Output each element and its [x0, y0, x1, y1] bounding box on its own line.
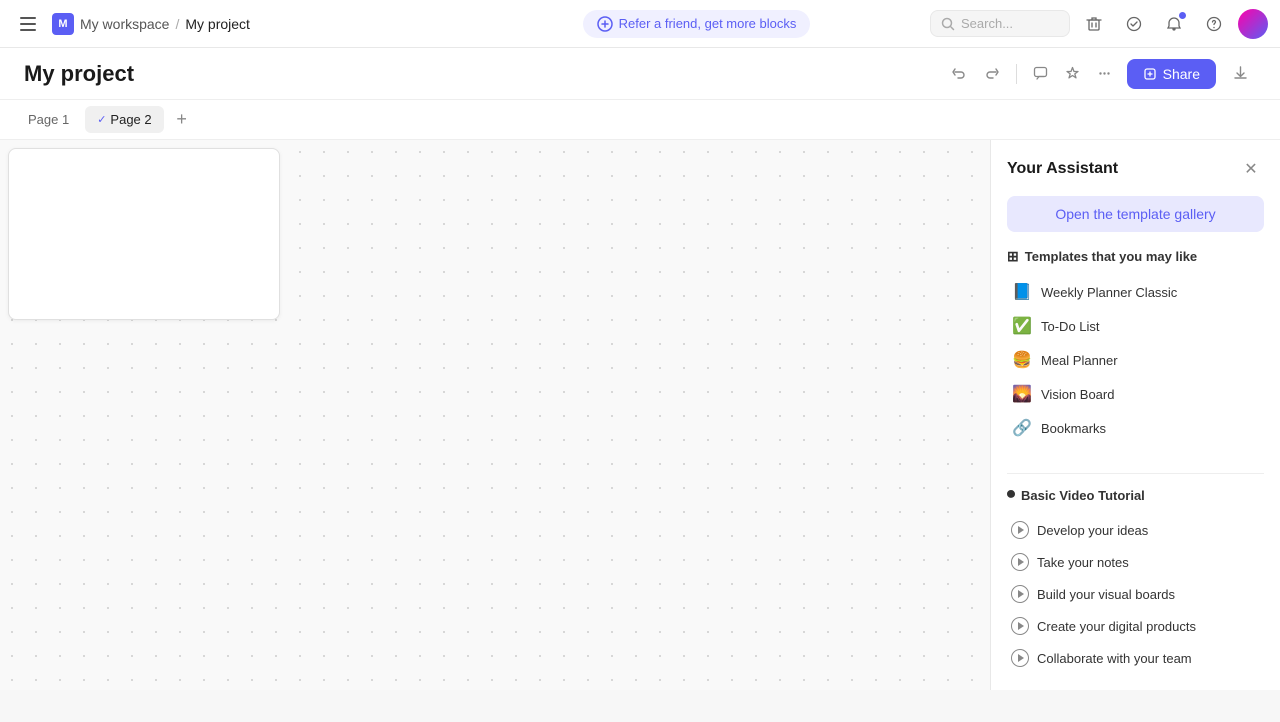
tutorial-item-boards[interactable]: Build your visual boards [1007, 578, 1264, 610]
trash-button[interactable] [1078, 8, 1110, 40]
page-card [8, 148, 280, 320]
tutorial-section: ⏺ Basic Video Tutorial Develop your idea… [1007, 486, 1264, 674]
tab-check-icon: ✓ [97, 113, 106, 126]
export-button[interactable] [1224, 58, 1256, 90]
play-icon [1011, 617, 1029, 635]
play-icon [1011, 553, 1029, 571]
star-button[interactable] [1059, 60, 1087, 88]
template-emoji-todo: ✅ [1011, 316, 1033, 336]
tab-page1[interactable]: Page 1 [16, 106, 81, 133]
template-item[interactable]: 🌄 Vision Board [1007, 377, 1264, 411]
toolbar-separator [1016, 64, 1017, 84]
open-gallery-button[interactable]: Open the template gallery [1007, 196, 1264, 232]
export-icon [1233, 66, 1248, 81]
top-navigation: M My workspace / My project Refer a frie… [0, 0, 1280, 48]
comment-button[interactable] [1027, 60, 1055, 88]
check-icon [1126, 16, 1142, 32]
grid-icon: ⊞ [1007, 248, 1019, 265]
assistant-panel: Your Assistant ✕ Open the template galle… [990, 140, 1280, 690]
nav-center: Refer a friend, get more blocks [471, 10, 922, 38]
share-icon [1143, 67, 1157, 81]
refer-button[interactable]: Refer a friend, get more blocks [583, 10, 811, 38]
tutorial-section-title: ⏺ Basic Video Tutorial [1007, 486, 1264, 504]
undo-icon [952, 66, 967, 81]
more-icon [1097, 66, 1112, 81]
template-emoji-weekly: 📘 [1011, 282, 1033, 302]
star-icon [1065, 66, 1080, 81]
redo-button[interactable] [978, 60, 1006, 88]
add-tab-button[interactable]: + [168, 106, 196, 134]
play-icon [1011, 649, 1029, 667]
search-icon [941, 17, 955, 31]
toolbar-actions [946, 60, 1119, 88]
menu-button[interactable] [12, 8, 44, 40]
tutorial-item-collaborate[interactable]: Collaborate with your team [1007, 642, 1264, 674]
template-item[interactable]: 📘 Weekly Planner Classic [1007, 275, 1264, 309]
template-list: 📘 Weekly Planner Classic ✅ To-Do List 🍔 … [1007, 275, 1264, 445]
play-icon [1011, 521, 1029, 539]
workspace-name[interactable]: My workspace [80, 16, 169, 32]
tutorial-item-notes[interactable]: Take your notes [1007, 546, 1264, 578]
notification-button[interactable] [1158, 8, 1190, 40]
user-avatar[interactable] [1238, 9, 1268, 39]
tutorial-list: Develop your ideas Take your notes Build… [1007, 514, 1264, 674]
breadcrumb-current: My project [185, 16, 250, 32]
template-emoji-vision: 🌄 [1011, 384, 1033, 404]
template-emoji-meal: 🍔 [1011, 350, 1033, 370]
tutorial-item-products[interactable]: Create your digital products [1007, 610, 1264, 642]
check-button[interactable] [1118, 8, 1150, 40]
nav-right: Search... [930, 8, 1268, 40]
undo-button[interactable] [946, 60, 974, 88]
notification-dot [1179, 12, 1186, 19]
templates-section-title: ⊞ Templates that you may like [1007, 248, 1264, 265]
play-icon [1011, 585, 1029, 603]
play-circle-icon: ⏺ [1007, 486, 1015, 504]
nav-left: M My workspace / My project [12, 8, 463, 40]
tabs-bar: Page 1 ✓ Page 2 + [0, 100, 1280, 140]
workspace-avatar: M [52, 13, 74, 35]
tutorial-item-ideas[interactable]: Develop your ideas [1007, 514, 1264, 546]
canvas-area[interactable] [0, 140, 990, 690]
redo-icon [984, 66, 999, 81]
help-icon [1206, 16, 1222, 32]
share-button[interactable]: Share [1127, 59, 1216, 89]
breadcrumb-separator: / [175, 16, 179, 32]
main-content: Your Assistant ✕ Open the template galle… [0, 140, 1280, 690]
page-toolbar: My project Share [0, 48, 1280, 100]
comment-icon [1033, 66, 1048, 81]
template-item[interactable]: ✅ To-Do List [1007, 309, 1264, 343]
template-emoji-bookmark: 🔗 [1011, 418, 1033, 438]
help-button[interactable] [1198, 8, 1230, 40]
assistant-header: Your Assistant ✕ [1007, 156, 1264, 182]
template-item[interactable]: 🍔 Meal Planner [1007, 343, 1264, 377]
template-item[interactable]: 🔗 Bookmarks [1007, 411, 1264, 445]
divider [1007, 473, 1264, 474]
close-assistant-button[interactable]: ✕ [1238, 156, 1264, 182]
assistant-title: Your Assistant [1007, 160, 1118, 178]
more-button[interactable] [1091, 60, 1119, 88]
tab-page2[interactable]: ✓ Page 2 [85, 106, 163, 133]
breadcrumb: M My workspace / My project [52, 13, 250, 35]
page-title: My project [24, 61, 938, 87]
search-box[interactable]: Search... [930, 10, 1070, 37]
trash-icon [1086, 16, 1102, 32]
